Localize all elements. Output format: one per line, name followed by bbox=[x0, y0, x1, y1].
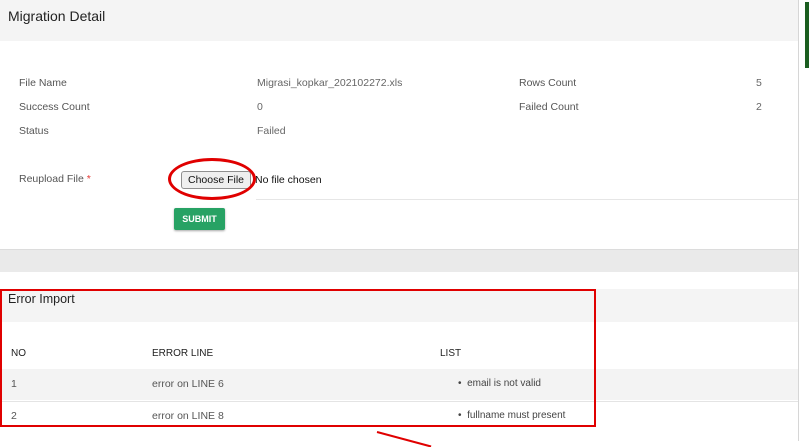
success-count-label: Success Count bbox=[19, 101, 90, 113]
success-count-value: 0 bbox=[257, 101, 263, 113]
scroll-divider bbox=[798, 0, 799, 441]
reupload-file-label: Reupload File * bbox=[19, 173, 91, 185]
file-name-value: Migrasi_kopkar_202102272.xls bbox=[257, 77, 403, 89]
rows-count-value: 5 bbox=[756, 77, 762, 89]
annotation-box bbox=[0, 289, 596, 427]
migration-detail-header bbox=[0, 0, 798, 41]
status-value: Failed bbox=[257, 125, 286, 137]
required-mark: * bbox=[86, 173, 91, 185]
no-file-chosen-text: No file chosen bbox=[255, 174, 322, 186]
failed-count-value: 2 bbox=[756, 101, 762, 113]
failed-count-label: Failed Count bbox=[519, 101, 579, 113]
scrollbar-thumb[interactable] bbox=[805, 2, 809, 68]
annotation-arrow bbox=[376, 431, 432, 447]
file-name-label: File Name bbox=[19, 77, 67, 89]
annotation-circle bbox=[168, 158, 256, 200]
form-divider bbox=[256, 199, 798, 200]
submit-button[interactable]: SUBMIT bbox=[174, 208, 225, 230]
section-separator bbox=[0, 249, 798, 272]
page-title: Migration Detail bbox=[8, 8, 106, 24]
status-label: Status bbox=[19, 125, 49, 137]
rows-count-label: Rows Count bbox=[519, 77, 577, 89]
reupload-label-text: Reupload File bbox=[19, 173, 84, 185]
